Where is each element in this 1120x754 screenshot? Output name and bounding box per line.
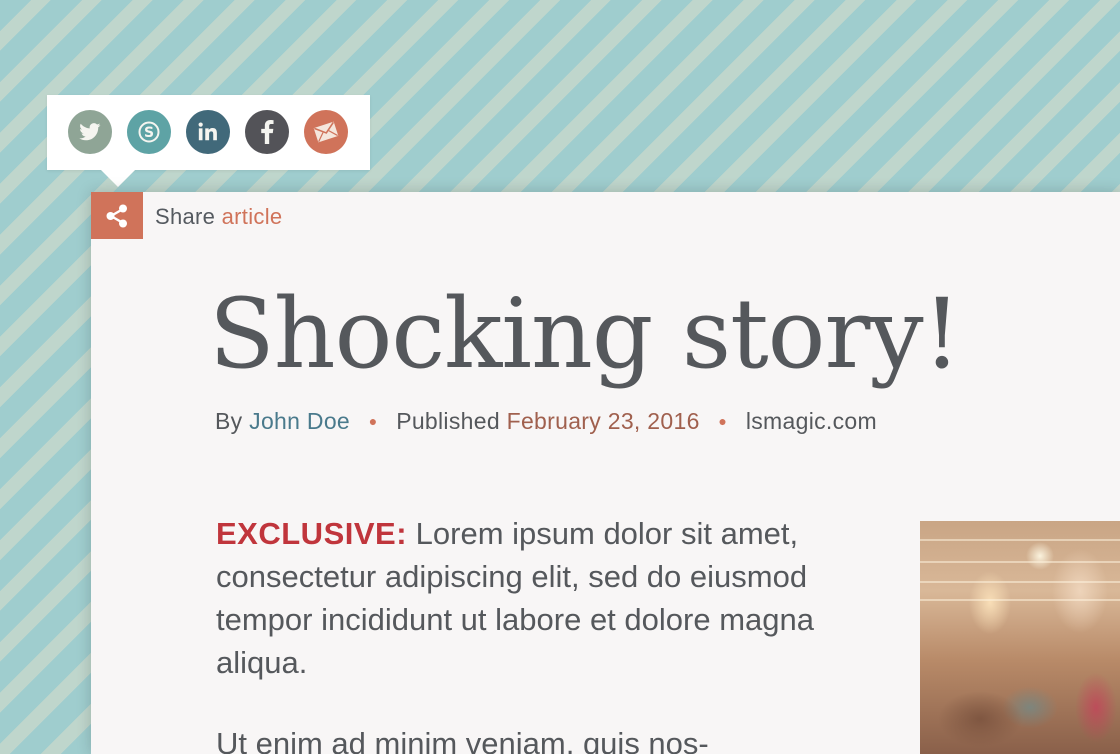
email-share-button[interactable]	[304, 110, 348, 154]
share-popup: S	[47, 95, 370, 187]
linkedin-share-button[interactable]	[186, 110, 230, 154]
share-article-label[interactable]: Share article	[155, 204, 282, 230]
site-name: lsmagic.com	[745, 408, 877, 434]
facebook-share-button[interactable]	[245, 110, 289, 154]
body-paragraph: Ut enim ad minim veniam, quis nos-	[216, 726, 709, 754]
author-link[interactable]: John Doe	[249, 408, 350, 434]
linkedin-icon	[198, 122, 217, 141]
lead-paragraph: EXCLUSIVE: Lorem ipsum dolor sit amet, c…	[216, 512, 836, 684]
twitter-icon	[79, 123, 101, 141]
facebook-icon	[261, 120, 274, 144]
svg-text:S: S	[144, 125, 154, 141]
byline-published: Published	[396, 408, 500, 434]
skype-share-button[interactable]: S	[127, 110, 171, 154]
byline-separator-dot: ●	[368, 413, 378, 429]
twitter-share-button[interactable]	[68, 110, 112, 154]
article-photo	[920, 521, 1120, 754]
skype-icon: S	[138, 121, 160, 143]
share-label-prefix: Share	[155, 204, 216, 229]
byline-by: By	[215, 408, 243, 434]
share-toggle-button[interactable]	[91, 192, 143, 239]
article-headline: Shocking story!	[209, 278, 961, 390]
byline: By John Doe ● Published February 23, 201…	[215, 408, 877, 435]
article-card: Share article Shocking story! By John Do…	[91, 192, 1120, 754]
share-icon	[106, 204, 127, 227]
share-label-accent: article	[221, 204, 283, 229]
publish-date: February 23, 2016	[506, 408, 700, 434]
byline-separator-dot: ●	[718, 413, 728, 429]
email-icon	[313, 121, 339, 143]
exclusive-kicker: EXCLUSIVE:	[216, 516, 408, 551]
